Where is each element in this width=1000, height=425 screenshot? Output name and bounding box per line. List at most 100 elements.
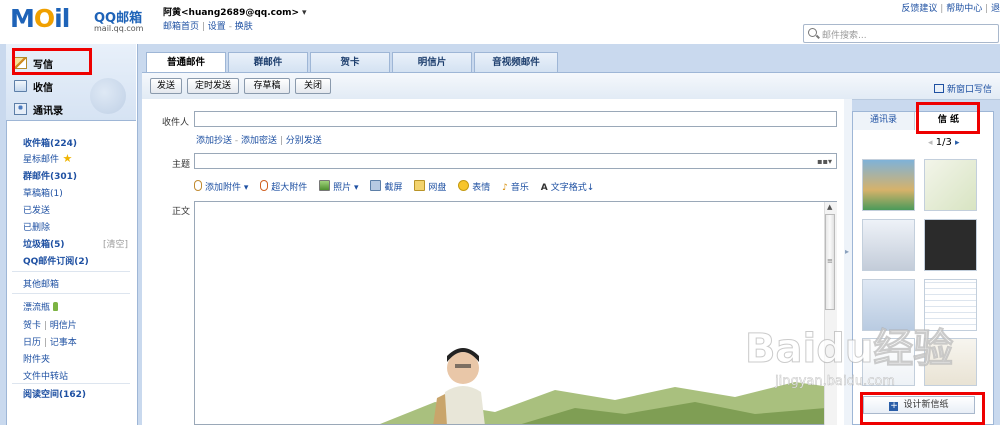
close-button[interactable]: 关闭 bbox=[295, 78, 331, 94]
tab-postcard[interactable]: 明信片 bbox=[392, 52, 472, 72]
folder-sent[interactable]: 已发送 bbox=[23, 203, 50, 216]
divider bbox=[12, 383, 130, 384]
tab-av-mail[interactable]: 音视频邮件 bbox=[474, 52, 558, 72]
save-draft-button[interactable]: 存草稿 bbox=[244, 78, 290, 94]
music-label: 音乐 bbox=[510, 183, 529, 193]
folder-deleted[interactable]: 已删除 bbox=[23, 220, 50, 233]
to-label: 收件人 bbox=[162, 118, 190, 128]
send-button[interactable]: 发送 bbox=[150, 78, 182, 94]
stationery-background bbox=[380, 348, 836, 424]
contacts-icon bbox=[14, 103, 27, 115]
drift-bottle[interactable]: 漂流瓶 bbox=[23, 300, 59, 313]
paperclip-icon bbox=[194, 180, 202, 191]
photo-button[interactable]: 照片 ▾ bbox=[319, 180, 359, 193]
user-account[interactable]: 阿黄<huang2689@qq.com> ▾ bbox=[163, 5, 306, 18]
add-cc-link[interactable]: 添加抄送 bbox=[196, 136, 232, 146]
compose-tabs: 普通邮件 群邮件 贺卡 明信片 音视频邮件 bbox=[142, 52, 1000, 73]
qq-mail-logo[interactable]: MOil QQ邮箱 mail.qq.com bbox=[10, 4, 150, 34]
receive-label: 收信 bbox=[33, 83, 53, 94]
folder-subscriptions[interactable]: QQ邮件订阅(2) bbox=[23, 254, 89, 267]
add-attachment-button[interactable]: 添加附件 ▾ bbox=[194, 180, 248, 193]
page-indicator: 1/3 bbox=[935, 137, 952, 148]
highlight-stationery-tab bbox=[916, 102, 980, 134]
folder-starred[interactable]: 星标邮件 ★ bbox=[23, 152, 72, 165]
add-attachment-label: 添加附件 bbox=[205, 183, 242, 193]
link-notebook[interactable]: 记事本 bbox=[50, 338, 77, 348]
netdisk-icon bbox=[414, 180, 426, 191]
search-icon bbox=[808, 28, 817, 37]
editor-scroll-thumb[interactable]: ≡ bbox=[825, 214, 835, 310]
large-attachment-button[interactable]: 超大附件 bbox=[260, 180, 308, 193]
highlight-design-button bbox=[860, 392, 985, 425]
link-settings[interactable]: 设置 bbox=[208, 22, 226, 32]
receive-button[interactable]: 收信 bbox=[14, 79, 53, 94]
attachment-toolbar: 添加附件 ▾ 超大附件 照片 ▾ 截屏 网盘 表情 ♪ 音乐 A 文字格式↓ bbox=[194, 180, 603, 193]
subject-label: 主题 bbox=[172, 160, 191, 170]
separate-send-link[interactable]: 分别发送 bbox=[286, 136, 322, 146]
schedule-send-button[interactable]: 定时发送 bbox=[187, 78, 239, 94]
chevron-down-icon[interactable]: ▾ bbox=[302, 8, 307, 18]
link-calendar[interactable]: 日历 bbox=[23, 338, 41, 348]
folder-inbox[interactable]: 收件箱(224) bbox=[23, 136, 77, 149]
to-field[interactable] bbox=[194, 111, 837, 127]
watermark-url: jingyan.baidu.com bbox=[775, 374, 895, 390]
add-bcc-link[interactable]: 添加密送 bbox=[241, 136, 277, 146]
subject-field[interactable]: ▪▪▾ bbox=[194, 153, 837, 169]
folder-spam[interactable]: 垃圾箱(5) bbox=[23, 237, 65, 250]
scroll-up-arrow-icon[interactable]: ▲ bbox=[827, 203, 832, 211]
link-skin[interactable]: 换肤 bbox=[235, 22, 253, 32]
divider bbox=[12, 271, 130, 272]
bottle-icon bbox=[53, 302, 59, 311]
decorative-globe-icon bbox=[90, 78, 126, 114]
cc-links: 添加抄送 - 添加密送 | 分别发送 bbox=[196, 136, 322, 146]
attachment-folder[interactable]: 附件夹 bbox=[23, 352, 50, 365]
folder-group[interactable]: 群邮件(301) bbox=[23, 169, 77, 182]
stationery-thumb-3[interactable] bbox=[862, 219, 915, 271]
page-prev-icon[interactable]: ◂ bbox=[928, 138, 933, 148]
watermark-logo: Baidu经验 bbox=[744, 326, 954, 373]
photo-icon bbox=[319, 180, 331, 191]
music-button[interactable]: ♪ 音乐 bbox=[502, 183, 529, 193]
other-mailbox[interactable]: 其他邮箱 bbox=[23, 277, 59, 290]
tab-greeting-card[interactable]: 贺卡 bbox=[310, 52, 390, 72]
music-icon: ♪ bbox=[502, 183, 508, 193]
large-attachment-label: 超大附件 bbox=[271, 183, 308, 193]
priority-grid-icon[interactable]: ▪▪▾ bbox=[817, 157, 832, 166]
emoji-button[interactable]: 表情 bbox=[458, 180, 490, 193]
link-help[interactable]: 帮助中心 bbox=[946, 4, 982, 14]
screenshot-button[interactable]: 截屏 bbox=[370, 180, 402, 193]
file-transfer[interactable]: 文件中转站 bbox=[23, 369, 68, 382]
stationery-thumb-1[interactable] bbox=[862, 159, 915, 211]
text-format-icon: A bbox=[540, 183, 548, 193]
tab-contacts[interactable]: 通讯录 bbox=[853, 112, 915, 130]
text-format-button[interactable]: A 文字格式↓ bbox=[541, 183, 595, 193]
link-greeting-card[interactable]: 贺卡 bbox=[23, 321, 41, 331]
tools-row-calendar: 日历 | 记事本 bbox=[23, 338, 77, 348]
new-window-icon bbox=[933, 84, 944, 93]
contacts-button[interactable]: 通讯录 bbox=[14, 102, 63, 117]
empty-spam-link[interactable]: [清空] bbox=[103, 237, 128, 250]
grip-icon: ≡ bbox=[827, 257, 833, 265]
search-input[interactable]: 邮件搜索... bbox=[803, 24, 999, 43]
drift-bottle-label: 漂流瓶 bbox=[23, 303, 51, 313]
reading-space[interactable]: 阅读空间(162) bbox=[23, 387, 86, 400]
highlight-write bbox=[12, 48, 92, 75]
tab-group-mail[interactable]: 群邮件 bbox=[228, 52, 308, 72]
netdisk-button[interactable]: 网盘 bbox=[414, 180, 446, 193]
link-postcard[interactable]: 明信片 bbox=[50, 321, 77, 331]
link-mail-home[interactable]: 邮箱首页 bbox=[163, 22, 199, 32]
star-icon: ★ bbox=[59, 152, 73, 165]
stationery-thumb-2[interactable] bbox=[924, 159, 977, 211]
page-next-icon[interactable]: ▸ bbox=[955, 138, 960, 148]
link-logout[interactable]: 退 bbox=[991, 4, 1000, 14]
new-window-link[interactable]: 新窗口写信 bbox=[933, 82, 992, 95]
chevron-right-icon[interactable]: ▸ bbox=[845, 247, 849, 256]
body-label: 正文 bbox=[172, 207, 191, 217]
body-editor[interactable] bbox=[194, 201, 837, 425]
top-links: 反馈建议 | 帮助中心 | 退 bbox=[901, 4, 1000, 14]
stationery-thumb-4[interactable] bbox=[924, 219, 977, 271]
emoji-icon bbox=[458, 180, 470, 191]
link-feedback[interactable]: 反馈建议 bbox=[901, 4, 937, 14]
tab-normal-mail[interactable]: 普通邮件 bbox=[146, 52, 226, 73]
folder-drafts[interactable]: 草稿箱(1) bbox=[23, 186, 63, 199]
